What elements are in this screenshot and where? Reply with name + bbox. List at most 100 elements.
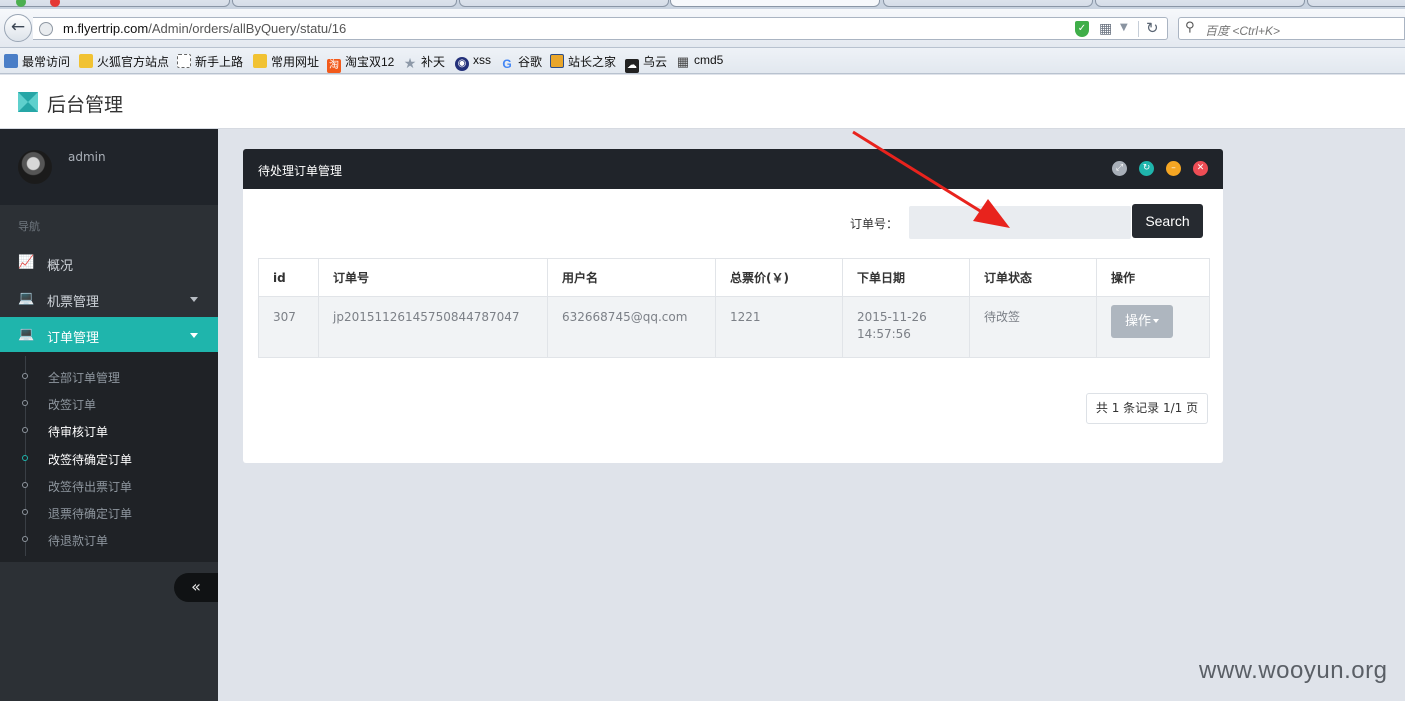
bookmark-label: 补天 xyxy=(421,55,446,69)
app-title[interactable]: 后台管理 xyxy=(47,90,123,117)
browser-tab[interactable] xyxy=(1307,0,1405,7)
browser-tab-strip xyxy=(0,0,1405,9)
browser-tab[interactable] xyxy=(459,0,669,7)
bullet-icon xyxy=(22,427,28,433)
bookmark-label: 新手上路 xyxy=(195,55,244,69)
bookmark-butian[interactable]: ★ 补天 xyxy=(403,53,446,71)
action-dropdown-button[interactable]: 操作 xyxy=(1111,305,1173,338)
bullet-icon xyxy=(22,373,28,379)
cell-id: 307 xyxy=(258,296,319,358)
url-path: /Admin/orders/allByQuery/statu/16 xyxy=(148,21,347,36)
globe-icon xyxy=(39,22,53,36)
star-icon: ★ xyxy=(403,55,417,71)
bookmark-cmd5[interactable]: ▦ cmd5 xyxy=(676,53,724,69)
bookmark-google[interactable]: G 谷歌 xyxy=(500,53,543,71)
browser-tab-active[interactable] xyxy=(670,0,880,7)
folder-icon xyxy=(253,54,267,68)
action-label: 操作 xyxy=(1124,314,1151,329)
url-host: m.flyertrip.com xyxy=(63,21,149,36)
column-header[interactable]: 用户名 xyxy=(547,258,716,297)
watermark: www.wooyun.org xyxy=(1199,657,1388,684)
submenu-all-orders[interactable]: 全部订单管理 xyxy=(0,363,218,390)
bullet-icon xyxy=(22,482,28,488)
user-name[interactable]: admin xyxy=(68,150,106,164)
history-dropdown-icon[interactable]: ▼ xyxy=(1120,22,1128,33)
bullet-icon xyxy=(22,536,28,542)
submenu-label: 改签待出票订单 xyxy=(48,480,133,494)
bookmark-label: 谷歌 xyxy=(518,55,543,69)
bookmark-xss[interactable]: ◉ xss xyxy=(455,53,491,71)
submenu-refund-pending-confirm[interactable]: 退票待确定订单 xyxy=(0,499,218,526)
bookmark-getting-started[interactable]: 新手上路 xyxy=(177,53,243,69)
bookmark-label: 乌云 xyxy=(643,55,668,69)
column-header[interactable]: 下单日期 xyxy=(842,258,970,297)
submenu-change-pending-confirm[interactable]: 改签待确定订单 xyxy=(0,445,218,472)
reload-icon[interactable]: ↻ xyxy=(1146,19,1159,37)
xss-icon: ◉ xyxy=(455,57,469,71)
chart-icon: 📈 xyxy=(18,255,35,270)
sidebar-item-order-management[interactable]: 💻 订单管理 xyxy=(0,317,218,353)
avatar[interactable] xyxy=(18,150,52,184)
address-bar[interactable]: m.flyertrip.com/Admin/orders/allByQuery/… xyxy=(33,17,1168,40)
search-button[interactable]: Search xyxy=(1132,204,1203,238)
bookmark-wooyun[interactable]: ☁ 乌云 xyxy=(625,53,668,73)
browser-tab[interactable] xyxy=(883,0,1093,7)
app-header: 后台管理 xyxy=(0,75,1405,129)
bookmark-firefox-sites[interactable]: 火狐官方站点 xyxy=(79,53,169,69)
back-arrow-icon[interactable]: ← xyxy=(4,14,32,42)
order-no-input[interactable] xyxy=(909,206,1131,239)
minimize-icon[interactable]: – xyxy=(1166,161,1181,176)
sidebar: admin 导航 📈 概况 💻 机票管理 💻 订单管理 全部订单管理 改签订单 … xyxy=(0,129,218,701)
submenu-label: 待退款订单 xyxy=(48,534,109,548)
bookmark-chinaz[interactable]: 站长之家 xyxy=(550,53,616,69)
column-header[interactable]: 订单状态 xyxy=(969,258,1097,297)
shield-icon[interactable]: ✓ xyxy=(1075,21,1089,37)
table-row[interactable]: 307 jp20151126145750844787047 632668745@… xyxy=(258,296,1210,358)
browser-tab[interactable] xyxy=(232,0,457,7)
url-text[interactable]: m.flyertrip.com/Admin/orders/allByQuery/… xyxy=(63,21,346,36)
google-icon: G xyxy=(502,57,512,71)
laptop-icon: 💻 xyxy=(18,291,35,306)
caret-down-icon xyxy=(1153,319,1159,323)
submenu-change-pending-ticket[interactable]: 改签待出票订单 xyxy=(0,472,218,499)
bookmark-taobao[interactable]: 淘淘宝双12 xyxy=(327,53,395,73)
browser-tab[interactable] xyxy=(0,0,230,7)
column-header[interactable]: id xyxy=(258,258,319,297)
sidebar-collapse-button[interactable]: « xyxy=(174,573,218,602)
bookmark-common-sites[interactable]: 常用网址 xyxy=(253,53,319,69)
order-submenu: 全部订单管理 改签订单 待审核订单 改签待确定订单 改签待出票订单 退票待确定订… xyxy=(0,352,218,562)
taobao-icon: 淘 xyxy=(327,59,341,73)
panel-title: 待处理订单管理 xyxy=(258,164,343,178)
bookmark-label: cmd5 xyxy=(694,53,724,67)
search-icon: ⚲ xyxy=(1185,20,1195,35)
bookmark-label: 火狐官方站点 xyxy=(97,55,170,69)
sidebar-item-label: 机票管理 xyxy=(47,295,100,310)
cell-user: 632668745@qq.com xyxy=(547,296,716,358)
refresh-icon[interactable]: ↻ xyxy=(1139,161,1154,176)
pagination[interactable]: 共 1 条记录 1/1 页 xyxy=(1086,393,1208,424)
browser-tab[interactable] xyxy=(1095,0,1305,7)
close-icon[interactable]: ✕ xyxy=(1193,161,1208,176)
dashed-page-icon xyxy=(177,54,191,68)
bookmarks-bar: 最常访问 火狐官方站点 新手上路 常用网址 淘淘宝双12 ★ 补天 ◉ xss G谷… xyxy=(0,48,1405,74)
bookmark-most-visited[interactable]: 最常访问 xyxy=(4,53,70,69)
bullet-icon xyxy=(22,400,28,406)
sidebar-item-overview[interactable]: 📈 概况 xyxy=(0,245,218,281)
browser-search-box[interactable]: ⚲ 百度 <Ctrl+K> xyxy=(1178,17,1405,40)
chevron-down-icon xyxy=(190,333,198,338)
user-panel: admin xyxy=(0,129,218,205)
submenu-pending-refund[interactable]: 待退款订单 xyxy=(0,526,218,553)
column-header[interactable]: 总票价(￥) xyxy=(715,258,843,297)
app-logo-icon[interactable] xyxy=(18,92,38,112)
submenu-pending-review[interactable]: 待审核订单 xyxy=(0,417,218,444)
expand-icon[interactable]: ⤢ xyxy=(1112,161,1127,176)
search-placeholder: 百度 <Ctrl+K> xyxy=(1205,24,1281,38)
bookmark-label: 淘宝双12 xyxy=(345,55,395,69)
sidebar-item-ticket-management[interactable]: 💻 机票管理 xyxy=(0,281,218,317)
column-header[interactable]: 订单号 xyxy=(318,258,548,297)
bullet-icon xyxy=(22,509,28,515)
table-header-row: id 订单号 用户名 总票价(￥) 下单日期 订单状态 操作 xyxy=(258,258,1210,297)
submenu-change-orders[interactable]: 改签订单 xyxy=(0,390,218,417)
bookmark-label: 常用网址 xyxy=(271,55,320,69)
qr-code-icon[interactable]: ▦ xyxy=(1099,21,1112,37)
